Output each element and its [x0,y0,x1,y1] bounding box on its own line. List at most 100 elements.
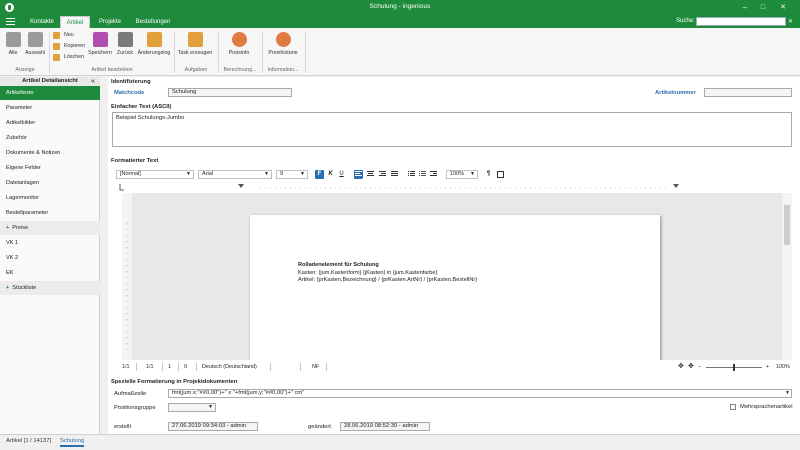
positionsgruppe-select[interactable]: ▼ [168,403,216,412]
zoom-out-icon[interactable]: − [698,363,701,371]
tab-artikel[interactable]: Artikel [60,16,90,28]
sidebar-item-artikeltexte[interactable]: Artikeltexte [0,86,100,100]
pilcrow-button[interactable]: ¶ [484,170,493,179]
zoom-select-value: 100% [450,171,465,177]
einfacher-text-area[interactable]: Beispiel Schulungs-Jumbo [112,112,792,147]
tab-bestellungen[interactable]: Bestellungen [130,16,176,28]
fit-page-icon[interactable]: ✥ [678,363,684,371]
scrollbar-thumb[interactable] [784,205,790,245]
sidebar-item-artikelbilder[interactable]: Artikelbilder [0,116,100,130]
module-tab-bar: Kontakte Artikel Projekte Bestellungen S… [0,15,800,28]
aenderungslog-button[interactable]: Änderungslog [136,32,172,56]
indent-button[interactable] [429,170,438,179]
divider [300,363,301,371]
chevron-down-icon: ▼ [186,171,191,177]
task-erzeugen-label: Task erzeugen [177,50,213,56]
sidebar-group-preise[interactable]: + Preise [0,221,100,235]
menu-icon[interactable] [6,18,15,25]
zoom-slider-thumb[interactable] [733,364,735,371]
auswahl-button[interactable]: Auswahl [23,32,47,56]
sidebar-item-vk2[interactable]: VK 2 [0,251,100,265]
sidebar-item-bestellparameter[interactable]: Bestellparameter [0,206,100,220]
style-select[interactable]: [Normal] ▼ [116,170,194,179]
window-title: Schulung - ingenious [369,3,431,10]
group-aufgaben: Aufgaben [184,67,208,73]
sidebar-item-parameter[interactable]: Parameter [0,101,100,115]
sidebar-item-dateianlagen[interactable]: Dateianlagen [0,176,100,190]
group-anzeige: Anzeige [15,67,35,73]
style-value: [Normal] [120,171,141,177]
sidebar-item-ek[interactable]: EK [0,266,100,280]
close-button[interactable]: ✕ [776,2,790,13]
neu-button[interactable]: Neu [53,31,74,40]
section-einfacher-text: Einfacher Text (ASCII) [111,104,172,110]
underline-button[interactable]: U [337,170,346,179]
search-clear-icon[interactable]: ✕ [788,18,793,25]
kopieren-button[interactable]: Kopieren [53,42,85,51]
doc-line: Artikel: {prKasten.Bezeichnung} / {prKas… [298,277,478,283]
divider [162,363,163,371]
chevron-down-icon: ▼ [470,171,475,177]
detail-panel: Identifizierung Matchcode Schulung Artik… [108,77,800,434]
divider [196,363,197,371]
sidebar-item-eigene-felder[interactable]: Eigene Felder [0,161,100,175]
preisinfo-button[interactable]: Preisinfo [223,32,255,56]
table-icon[interactable] [496,170,505,179]
artikelnummer-field[interactable] [704,88,792,97]
zurueck-button[interactable]: Zurück [114,32,136,56]
preishistorie-button[interactable]: Preishistorie [264,32,302,56]
divider [49,31,50,73]
sidebar-title: Artikel Detailansicht [0,77,100,86]
mehrsprachen-checkbox[interactable] [730,404,736,410]
expand-plus-icon: + [6,285,10,291]
font-select[interactable]: Arial ▼ [198,170,272,179]
italic-button[interactable]: K [326,170,335,179]
loeschen-button[interactable]: Löschen [53,53,84,62]
document-canvas[interactable]: Rolladenelement für Schulung Kasten: {ju… [122,193,782,360]
sidebar-item-vk1[interactable]: VK 1 [0,236,100,250]
task-icon [187,32,203,47]
collapse-sidebar-icon[interactable]: « [91,77,95,86]
font-size-select[interactable]: 9 ▼ [276,170,308,179]
alle-button[interactable]: Alle [4,32,22,56]
task-erzeugen-button[interactable]: Task erzeugen [177,32,213,56]
divider [174,31,175,73]
tab-projekte[interactable]: Projekte [94,16,126,28]
bold-button[interactable]: F [315,170,324,179]
fit-width-icon[interactable]: ✥ [688,363,694,371]
aufmasszeile-field[interactable]: fmt(jum.x;"##0,00")+" x "+fmt(jum.y;"##0… [168,389,792,398]
group-berechnung: Berechnung... [223,67,257,73]
minimize-button[interactable]: – [738,2,752,13]
speichern-button[interactable]: Speichern [88,32,112,56]
tab-kontakte[interactable]: Kontakte [26,16,58,28]
sidebar-item-zubehoer[interactable]: Zubehör [0,131,100,145]
document-page[interactable]: Rolladenelement für Schulung Kasten: {ju… [250,215,660,360]
preishistorie-label: Preishistorie [268,50,298,56]
numbered-list-button[interactable] [418,170,427,179]
sidebar-group-stueckliste[interactable]: + Stückliste [0,281,100,295]
section-formatierter-text: Formatierter Text [111,158,159,164]
chevron-down-icon[interactable]: ▼ [785,390,790,396]
matchcode-field[interactable]: Schulung [168,88,292,97]
sidebar: Artikel Detailansicht « Artikeltexte Par… [0,77,100,434]
justify-button[interactable] [390,170,399,179]
aenderungslog-label: Änderungslog [137,50,171,56]
divider [305,31,306,73]
zoom-in-icon[interactable]: + [766,363,769,371]
tab-artikel-list[interactable]: Artikel [1 / 14137] [6,438,51,444]
sidebar-group-label: Preise [12,225,29,231]
align-left-button[interactable] [354,170,363,179]
zoom-select[interactable]: 100% ▼ [446,170,478,179]
search-input[interactable] [696,17,786,26]
status-column: 0 [184,364,187,370]
sidebar-item-dokumente[interactable]: Dokumente & Notizen [0,146,100,160]
vertical-ruler [122,193,132,360]
align-center-button[interactable] [366,170,375,179]
ribbon: Alle Auswahl Anzeige Neu Kopieren Lösche… [0,28,800,76]
sidebar-item-lagermonitor[interactable]: Lagermonitor [0,191,100,205]
align-right-button[interactable] [378,170,387,179]
save-icon [92,32,108,47]
tab-schulung[interactable]: Schulung [60,438,85,447]
bullet-list-button[interactable] [407,170,416,179]
maximize-button[interactable]: □ [756,2,770,13]
